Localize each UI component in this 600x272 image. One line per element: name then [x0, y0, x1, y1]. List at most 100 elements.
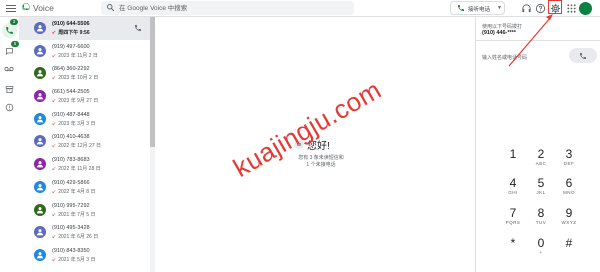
dial-key[interactable]: 8 TUV [526, 207, 556, 225]
person-icon [37, 138, 43, 145]
person-icon [37, 25, 43, 32]
missed-call-icon: ↙ [52, 52, 57, 59]
dial-key-letters: WXYZ [561, 220, 577, 225]
call-history-row[interactable]: (910) 843-8350 ↙ 2021 年 5月 3 日 [19, 244, 155, 267]
brand-name: Voice [33, 3, 54, 13]
call-history-row[interactable]: (910) 644-5506 ↙ 周四下午 9:56 [19, 17, 155, 40]
contact-avatar [34, 203, 46, 216]
dial-key-digit: 3 [565, 147, 573, 161]
dial-key-digit: 7 [509, 206, 517, 220]
dial-key[interactable]: 2 ABC [526, 148, 556, 166]
nav-spam[interactable] [3, 101, 16, 114]
headset-icon[interactable] [521, 3, 532, 14]
phone-number: (910) 495-3428 [52, 225, 90, 232]
dial-key-digit: 2 [537, 147, 545, 161]
phone-forward-icon [458, 5, 464, 11]
apps-grid-icon[interactable] [566, 3, 577, 14]
call-history-row[interactable]: (910) 995-7292 ↙ 2021 年 7月 5 日 [19, 199, 155, 222]
contact-avatar [34, 44, 46, 57]
call-date-text: 2022 年 11月 28 日 [58, 166, 101, 173]
call-back-icon[interactable] [134, 24, 142, 32]
dial-key-digit: 5 [537, 176, 545, 190]
search-input[interactable] [119, 2, 349, 14]
dial-key-digit: 1 [509, 147, 517, 161]
nav-voicemail[interactable] [3, 62, 16, 75]
dial-key[interactable]: * [498, 237, 528, 250]
call-history-row[interactable]: (661) 544-2505 ↙ 2023 年 9月 27 日 [19, 85, 155, 108]
dial-key[interactable]: 3 DEF [554, 148, 584, 166]
missed-call-icon: ↙ [52, 98, 57, 105]
person-icon [37, 206, 43, 213]
call-date: ↙ 2023 年 11月 2 日 [52, 52, 98, 59]
phone-icon [580, 53, 586, 59]
dial-key[interactable]: 7 PQRS [498, 207, 528, 225]
call-date: ↙ 2023 年 3月 3 日 [52, 120, 95, 127]
call-history-row[interactable]: (910) 410-4638 ↙ 2022 年 12月 27 日 [19, 130, 155, 153]
dial-key-letters: PQRS [505, 220, 521, 225]
top-bar: Voice 接听电话 ▼ [0, 0, 600, 17]
call-history-row[interactable]: (910) 429-5866 ↙ 2022 年 4月 8 日 [19, 176, 155, 199]
phone-number: (661) 544-2505 [52, 89, 90, 96]
dial-key[interactable]: 6 MNO [554, 177, 584, 195]
person-icon [37, 47, 43, 55]
menu-icon[interactable] [6, 3, 16, 14]
unread-summary-line2: 1 个未接电话 [306, 162, 336, 168]
dial-key-letters: + [539, 250, 543, 255]
contact-avatar [34, 226, 46, 239]
person-icon [37, 183, 43, 191]
call-history-row[interactable]: (910) 487-8448 ↙ 2023 年 3月 3 日 [19, 108, 155, 131]
dialer-panel: 使用以下号码拨打 (910) 446-**** 12ABC3DEF4GHI5JK… [475, 17, 600, 272]
phone-number: (910) 783-8683 [52, 157, 90, 164]
account-avatar[interactable] [579, 2, 592, 15]
nav-archive[interactable] [3, 83, 16, 96]
call-date: ↙ 2022 年 12月 27 日 [52, 142, 101, 149]
missed-call-icon: ↙ [52, 211, 57, 218]
search-icon [107, 4, 115, 12]
call-date: ↙ 2022 年 4月 8 日 [52, 188, 95, 195]
help-icon[interactable] [535, 3, 546, 14]
gear-icon[interactable] [550, 3, 561, 14]
call-date: ↙ 2023 年 9月 27 日 [52, 97, 98, 104]
person-icon [37, 252, 43, 259]
missed-call-icon: ↙ [52, 75, 57, 82]
voice-logo-icon [22, 3, 30, 11]
dial-key[interactable]: 9 WXYZ [554, 207, 584, 225]
answer-calls-button[interactable]: 接听电话 ▼ [450, 1, 505, 15]
contact-avatar [34, 135, 46, 148]
call-history-row[interactable]: (919) 497-6600 ↙ 2023 年 11月 2 日 [19, 40, 155, 63]
dial-key-digit: # [565, 236, 573, 250]
dial-key[interactable]: 4 GHI [498, 177, 528, 195]
call-date-text: 2022 年 4月 8 日 [58, 188, 96, 195]
call-date-text: 周四下午 9:56 [58, 30, 90, 36]
spam-icon [5, 103, 14, 112]
dial-key[interactable]: 5 JKL [526, 177, 556, 195]
call-date-text: 2023 年 3月 3 日 [58, 120, 96, 127]
search-bar[interactable] [101, 1, 354, 15]
nav-calls[interactable]: 3 [2, 19, 18, 38]
dial-key[interactable]: 0 + [526, 237, 556, 255]
phone-number: (910) 410-4638 [52, 134, 90, 141]
dial-key[interactable]: 1 [498, 148, 528, 161]
nav-messages[interactable]: 5 [3, 41, 19, 57]
recipient-input[interactable] [482, 53, 562, 62]
call-history-row[interactable]: (910) 495-3428 ↙ 2021 年 6月 26 日 [19, 221, 155, 244]
answer-calls-label: 接听电话 [468, 7, 491, 13]
phone-number: (910) 644-5506 [52, 21, 90, 27]
phone-number: (910) 995-7292 [52, 202, 90, 209]
dial-key[interactable]: # [554, 237, 584, 250]
missed-call-icon: ↙ [52, 234, 57, 241]
call-date: ↙ 2022 年 11月 28 日 [52, 165, 101, 172]
calls-badge: 3 [10, 19, 18, 25]
phone-number: (919) 497-6600 [52, 43, 90, 50]
dial-key-letters: ABC [535, 161, 547, 166]
missed-call-icon: ↙ [52, 166, 57, 173]
dial-call-button[interactable] [569, 48, 597, 63]
call-date-text: 2023 年 10月 2 日 [58, 75, 99, 82]
person-icon [37, 70, 43, 77]
person-icon [37, 115, 43, 123]
from-number[interactable]: (910) 446-**** [482, 30, 516, 36]
missed-call-icon: ↙ [52, 143, 57, 150]
call-history-row[interactable]: (864) 360-2292 ↙ 2023 年 10月 2 日 [19, 62, 155, 85]
call-history-row[interactable]: (910) 783-8683 ↙ 2022 年 11月 28 日 [19, 153, 155, 176]
contact-avatar [34, 22, 46, 34]
